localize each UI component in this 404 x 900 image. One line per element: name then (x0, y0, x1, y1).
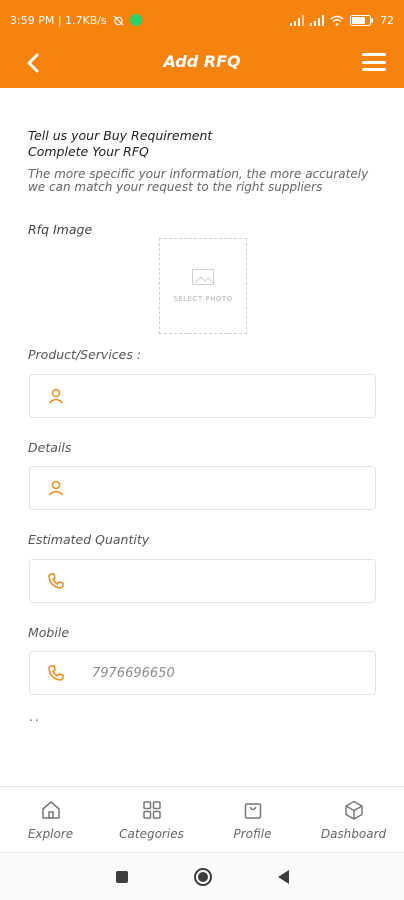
recents-button[interactable] (115, 870, 128, 883)
status-bar: 3:59 PM | 1.7KB/s 72 (0, 0, 404, 40)
whatsapp-icon (129, 14, 142, 26)
select-photo-caption: SELECT PHOTO (173, 295, 233, 303)
nav-dashboard-label: Dashboard (320, 826, 387, 841)
intro-subheading: Complete Your RFQ (28, 144, 149, 159)
app-bar: Add RFQ (0, 40, 404, 88)
select-photo-box[interactable]: SELECT PHOTO (159, 238, 247, 334)
mobile-field[interactable]: 7976696650 (29, 651, 376, 695)
nav-profile-label: Profile (233, 826, 272, 841)
details-label: Details (28, 440, 72, 455)
app-header: 3:59 PM | 1.7KB/s 72 Add RFQ (0, 0, 404, 88)
phone-icon (46, 663, 66, 683)
cube-icon (344, 800, 363, 820)
product-field[interactable] (29, 374, 376, 418)
system-nav-bar (0, 852, 404, 900)
details-field[interactable] (29, 466, 376, 510)
intro-description: The more specific your information, the … (28, 167, 369, 194)
system-back-button[interactable] (277, 869, 289, 884)
mobile-input[interactable]: 7976696650 (92, 666, 175, 681)
grid-icon (142, 800, 161, 819)
intro-heading: Tell us your Buy Requirement (28, 128, 213, 143)
bag-icon (244, 802, 261, 819)
trailing-dots: .. (29, 710, 41, 724)
status-time: 3:59 PM | 1.7KB/s (10, 13, 107, 27)
signal-icon-2 (310, 14, 324, 26)
hamburger-icon (362, 53, 386, 56)
alarm-off-icon (113, 15, 124, 26)
quantity-field[interactable] (29, 559, 376, 603)
bottom-nav: Explore Categories Profile Dashboard (0, 786, 404, 852)
page-title: Add RFQ (163, 52, 241, 71)
quantity-label: Estimated Quantity (28, 532, 150, 547)
person-icon (46, 478, 66, 498)
person-icon (46, 386, 66, 406)
nav-dashboard[interactable]: Dashboard (303, 787, 404, 852)
battery-icon (350, 14, 374, 26)
signal-icon (290, 14, 304, 26)
phone-icon (46, 571, 66, 591)
nav-profile[interactable]: Profile (202, 787, 303, 852)
home-icon (41, 800, 60, 819)
nav-explore[interactable]: Explore (0, 787, 101, 852)
product-label: Product/Services : (28, 347, 142, 362)
nav-categories-label: Categories (119, 826, 184, 841)
home-button[interactable] (193, 867, 212, 886)
mobile-label: Mobile (28, 625, 70, 640)
wifi-icon (330, 15, 344, 26)
nav-categories[interactable]: Categories (101, 787, 202, 852)
battery-level: 72 (380, 13, 394, 27)
image-placeholder-icon (192, 269, 214, 285)
nav-explore-label: Explore (27, 826, 74, 841)
intro-section: Tell us your Buy Requirement Complete Yo… (28, 128, 378, 194)
rfq-image-label: Rfq Image (28, 222, 93, 237)
rfq-form: Tell us your Buy Requirement Complete Yo… (0, 88, 404, 786)
menu-button[interactable] (362, 50, 386, 74)
